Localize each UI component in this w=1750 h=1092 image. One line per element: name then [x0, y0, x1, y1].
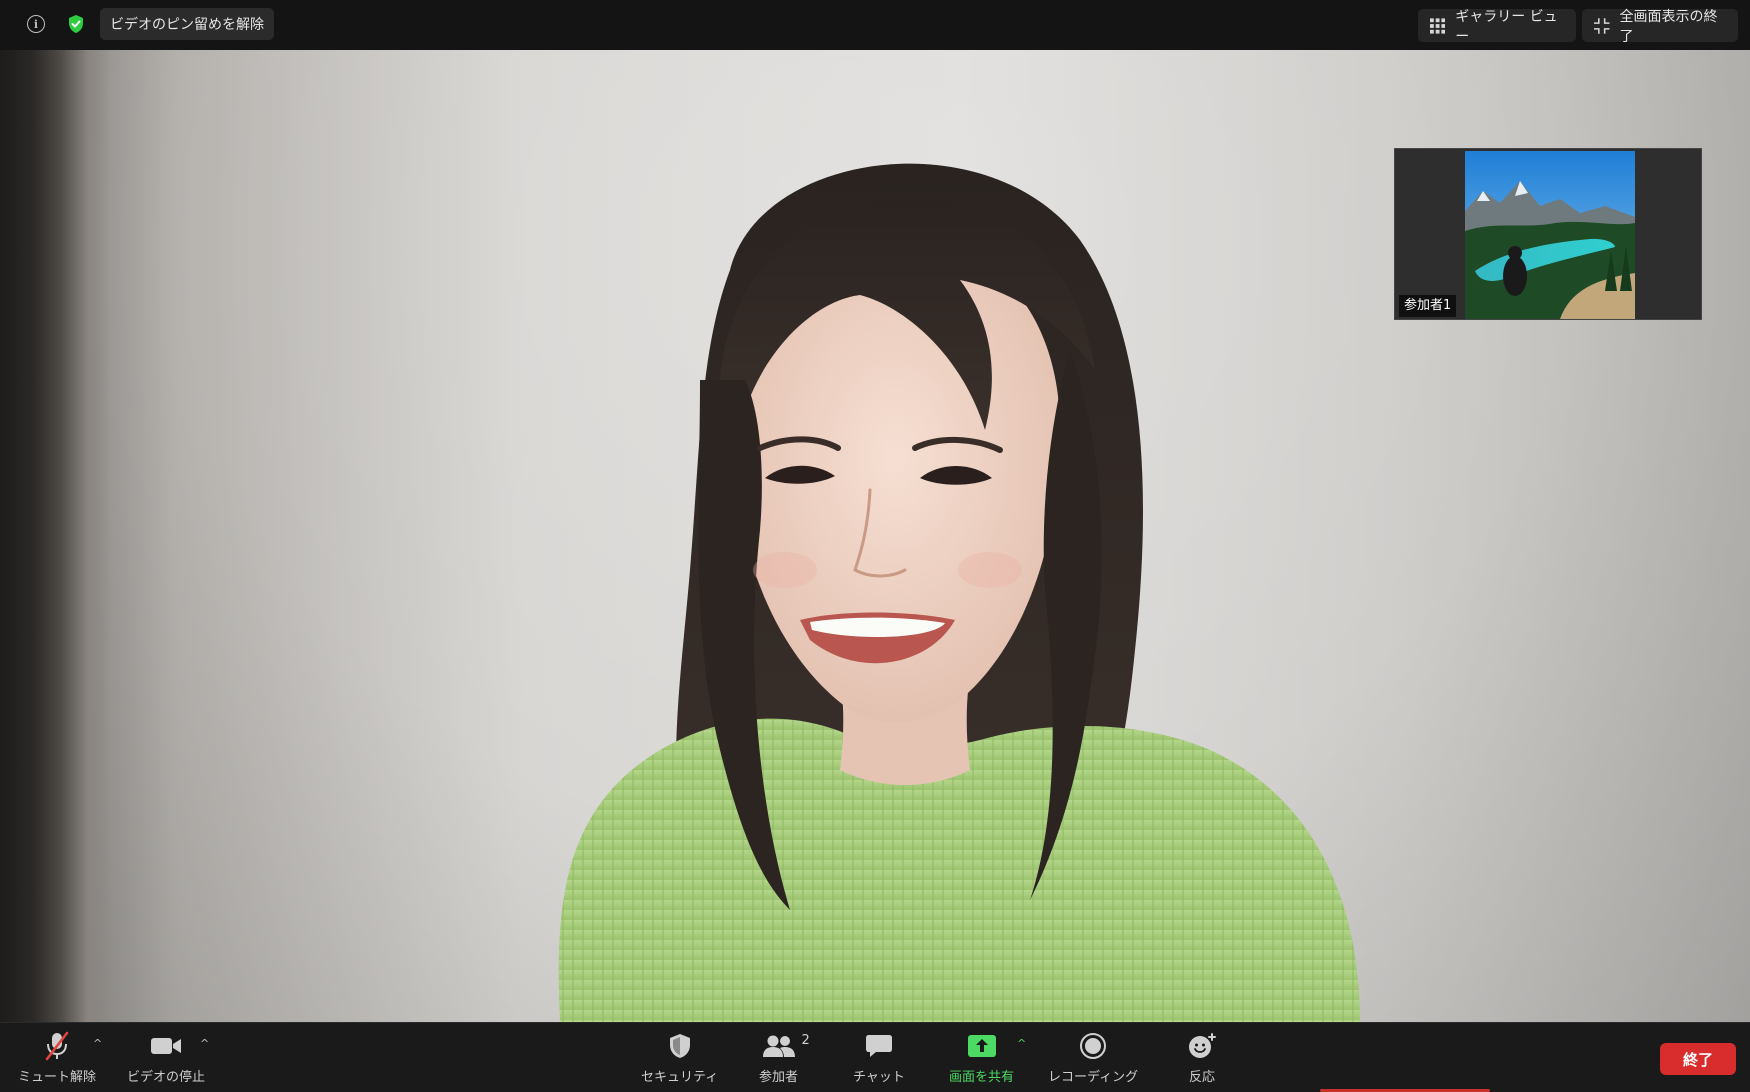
participants-count: 2 [801, 1033, 810, 1048]
chat-button[interactable]: チャット [853, 1031, 905, 1085]
recording-label: レコーディング [1048, 1070, 1139, 1085]
meeting-toolbar: ミュート解除 ^ ビデオの停止 ^ セキュリティ 2 参加者 チャット 画面を共… [0, 1022, 1750, 1092]
participants-label: 参加者 [759, 1070, 799, 1085]
recording-button[interactable]: レコーディング [1048, 1031, 1138, 1085]
chat-label: チャット [853, 1070, 905, 1085]
stop-video-label: ビデオの停止 [127, 1070, 206, 1085]
end-meeting-label: 終了 [1682, 1050, 1713, 1069]
encryption-shield-icon[interactable] [62, 10, 90, 38]
security-label: セキュリティ [641, 1070, 719, 1085]
exit-fullscreen-label: 全画面表示の終了 [1619, 8, 1718, 45]
landscape-image [1465, 151, 1635, 319]
unpin-video-button[interactable]: ビデオのピン留めを解除 [100, 8, 274, 40]
info-icon[interactable]: i [22, 10, 50, 38]
end-meeting-button[interactable]: 終了 [1660, 1043, 1736, 1075]
unmute-button[interactable]: ミュート解除 [18, 1031, 96, 1085]
exit-fullscreen-icon [1594, 17, 1610, 34]
share-screen-label: 画面を共有 [949, 1070, 1015, 1085]
share-screen-icon [967, 1035, 996, 1057]
participant-name-label: 参加者1 [1399, 295, 1457, 317]
share-options-chevron-icon[interactable]: ^ [1017, 1037, 1026, 1050]
participants-icon [762, 1035, 795, 1057]
speaker-video: 参加者1 [0, 50, 1750, 1022]
add-reaction-icon [1189, 1033, 1216, 1058]
reactions-label: 反応 [1188, 1070, 1215, 1085]
video-camera-icon [151, 1038, 181, 1054]
participant-thumbnail[interactable]: 参加者1 [1394, 148, 1702, 320]
gallery-grid-icon [1430, 17, 1446, 34]
muted-microphone-icon [45, 1031, 69, 1061]
unmute-label: ミュート解除 [18, 1070, 97, 1085]
reactions-button[interactable]: 反応 [1187, 1031, 1217, 1085]
top-bar: i ビデオのピン留めを解除 ギャラリー ビュー 全画面表示の終了 [0, 0, 1750, 50]
audio-options-chevron-icon[interactable]: ^ [93, 1037, 102, 1050]
exit-fullscreen-button[interactable]: 全画面表示の終了 [1582, 9, 1738, 45]
security-button[interactable]: セキュリティ [641, 1031, 718, 1085]
unpin-video-label: ビデオのピン留めを解除 [110, 17, 264, 33]
security-shield-icon [669, 1034, 690, 1058]
record-icon [1080, 1033, 1107, 1059]
participant-video [1465, 151, 1635, 319]
chat-bubble-icon [865, 1035, 892, 1057]
video-options-chevron-icon[interactable]: ^ [200, 1037, 209, 1050]
participants-button[interactable]: 2 参加者 [759, 1031, 810, 1085]
gallery-view-button[interactable]: ギャラリー ビュー [1418, 9, 1576, 45]
gallery-view-label: ギャラリー ビュー [1455, 8, 1558, 45]
share-screen-button[interactable]: 画面を共有 [949, 1031, 1014, 1085]
stop-video-button[interactable]: ビデオの停止 [127, 1031, 205, 1085]
